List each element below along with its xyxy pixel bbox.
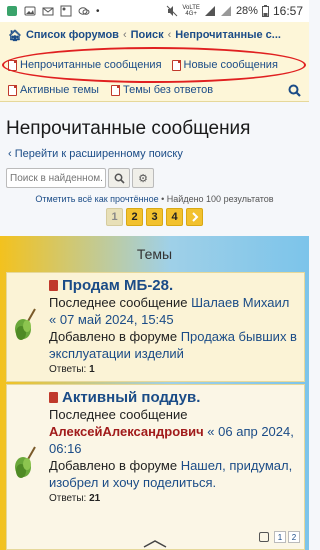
page-3[interactable]: 3	[146, 208, 163, 226]
battery-icon	[261, 5, 269, 17]
page-4[interactable]: 4	[166, 208, 183, 226]
document-icon	[110, 84, 120, 96]
topics-header: Темы	[136, 246, 173, 262]
main-content: Непрочитанные сообщения ‹ Перейти к расш…	[0, 104, 309, 226]
topic-title-row: Активный поддув.	[49, 389, 300, 406]
search-icon	[114, 173, 125, 184]
new-posts-link[interactable]: Новые сообщения	[171, 59, 278, 71]
page-title: Непрочитанные сообщения	[6, 118, 251, 139]
results-count: Найдено 100 результатов	[166, 194, 274, 204]
page-1[interactable]: 1	[106, 208, 123, 226]
quicklinks-row-1: Непрочитанные сообщения Новые сообщения	[0, 52, 309, 78]
status-bar: • VoLTE 4G+ 28% 16:57	[0, 0, 309, 22]
unread-topic-icon	[49, 280, 58, 291]
search-within-input[interactable]	[6, 168, 106, 188]
last-post-info: Последнее сообщение Шалаев Михаил « 07 м…	[49, 295, 290, 327]
breadcrumb-separator: ‹	[167, 29, 172, 41]
next-page-button[interactable]	[186, 208, 203, 226]
signal-icon-2	[220, 6, 231, 16]
topic-title[interactable]: Активный поддув.	[62, 389, 200, 406]
forum-info: Добавлено в форуме Продажа бывших в эксп…	[49, 329, 297, 361]
breadcrumb-current[interactable]: Непрочитанные с...	[175, 29, 281, 41]
unread-topic-icon	[49, 392, 58, 403]
search-submit-button[interactable]	[108, 168, 130, 188]
search-within-results: ⚙	[0, 164, 309, 188]
page-2[interactable]: 2	[126, 208, 143, 226]
battery-percent: 28%	[235, 5, 258, 17]
last-post-date[interactable]: « 07 май 2024, 15:45	[49, 312, 174, 327]
home-icon[interactable]: 🏠︎	[8, 29, 22, 42]
results-info: Отметить всё как прочтённое • Найдено 10…	[0, 188, 309, 204]
more-notifications-icon: •	[96, 5, 100, 17]
breadcrumb: 🏠︎ Список форумов ‹ Поиск ‹ Непрочитанны…	[0, 22, 309, 48]
document-icon	[8, 84, 17, 96]
unread-posts-link[interactable]: Непрочитанные сообщения	[8, 59, 162, 71]
breadcrumb-search[interactable]: Поиск	[131, 29, 164, 41]
topic-body: Активный поддув. Последнее сообщение Але…	[49, 389, 300, 504]
broom-icon	[15, 308, 36, 340]
topic-page-1[interactable]: 1	[274, 531, 286, 543]
topic-row[interactable]: Продам МБ-28. Последнее сообщение Шалаев…	[6, 272, 305, 382]
chevron-left-icon: ‹	[8, 148, 12, 160]
replies-count: Ответы: 21	[49, 493, 101, 504]
wechat-icon	[78, 7, 90, 15]
active-topics-link[interactable]: Активные темы	[8, 84, 99, 96]
topic-page-2[interactable]: 2	[288, 531, 300, 543]
gallery-icon	[24, 6, 36, 16]
document-icon	[171, 59, 181, 71]
search-settings-button[interactable]: ⚙	[132, 168, 154, 188]
document-icon	[8, 59, 17, 71]
mail-icon	[42, 7, 54, 16]
breadcrumb-forum-list[interactable]: Список форумов	[26, 29, 119, 41]
clock: 16:57	[272, 4, 303, 18]
replies-count: Ответы: 1	[49, 364, 95, 375]
forum-info: Добавлено в форуме Нашел, придумал, изоб…	[49, 458, 293, 490]
topic-body: Продам МБ-28. Последнее сообщение Шалаев…	[49, 277, 300, 375]
chevron-up-icon[interactable]	[140, 540, 170, 548]
signal-icon	[204, 6, 215, 16]
mark-all-read-link[interactable]: Отметить всё как прочтённое	[35, 194, 158, 204]
unanswered-topics-link[interactable]: Темы без ответов	[110, 84, 213, 96]
last-post-author[interactable]: АлексейАлександрович	[49, 424, 204, 439]
advanced-search-link[interactable]: ‹ Перейти к расширенному поиску	[0, 144, 309, 164]
quicklinks-row-2: Активные темы Темы без ответов	[0, 78, 309, 102]
topic-title-row: Продам МБ-28.	[49, 277, 300, 294]
topics-panel: Темы Продам МБ-28. Последнее сообщение Ш…	[0, 236, 309, 550]
image-icon	[60, 5, 72, 17]
pagination: 1 2 3 4	[0, 204, 309, 226]
broom-icon	[15, 446, 36, 478]
gear-icon: ⚙	[138, 172, 148, 185]
search-icon[interactable]	[288, 84, 301, 97]
topic-title[interactable]: Продам МБ-28.	[62, 277, 173, 294]
last-post-author[interactable]: Шалаев Михаил	[191, 295, 289, 310]
notification-icon	[7, 6, 17, 16]
last-post-info: Последнее сообщение АлексейАлександрович…	[49, 407, 294, 456]
topic-row[interactable]: Активный поддув. Последнее сообщение Але…	[6, 384, 305, 550]
mute-icon	[167, 5, 178, 17]
pages-icon	[259, 532, 269, 542]
network-label: VoLTE 4G+	[182, 5, 200, 17]
topic-pagination: 1 2	[259, 531, 300, 543]
chevron-right-icon	[191, 212, 198, 222]
breadcrumb-separator: ‹	[122, 29, 127, 41]
forum-navbar: 🏠︎ Список форумов ‹ Поиск ‹ Непрочитанны…	[0, 22, 309, 102]
